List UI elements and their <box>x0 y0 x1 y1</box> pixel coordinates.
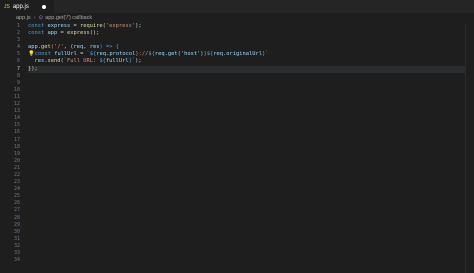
line-number: 28 <box>13 214 20 221</box>
line-number: 10 <box>13 86 20 93</box>
token-string: ('/' <box>50 44 64 51</box>
token-variable: express <box>44 23 74 29</box>
line-number: 18 <box>13 143 20 150</box>
line-number: 31 <box>13 235 20 242</box>
token-string: 'express' <box>105 23 136 29</box>
code-line-3[interactable] <box>28 37 468 44</box>
token-keyword: const <box>28 23 45 29</box>
token-function: require <box>76 23 103 29</box>
token-keyword: const <box>28 30 45 37</box>
token-parameter: req <box>73 44 84 51</box>
code-line-6[interactable]: res.send(`Full URL: ${fullUrl}`); <box>28 58 468 65</box>
tab-label: app.js <box>12 3 29 10</box>
line-number: 2 <box>16 30 20 37</box>
javascript-file-icon: JS <box>4 3 10 10</box>
vertical-scrollbar[interactable] <box>465 23 474 273</box>
line-number: 17 <box>13 136 20 143</box>
breadcrumb: app.js › ⊙ app.get('/') callback <box>0 13 474 23</box>
token-template: :// <box>138 51 149 58</box>
line-number: 5 <box>16 51 20 58</box>
line-number: 12 <box>13 101 20 108</box>
token-variable: app <box>28 44 38 51</box>
token-variable: req.get('host') <box>154 51 204 58</box>
breadcrumb-file[interactable]: app.js <box>16 15 31 21</box>
line-number: 34 <box>13 257 20 264</box>
token-keyword: const <box>34 51 51 58</box>
line-number: 16 <box>13 129 20 136</box>
line-number: 23 <box>13 179 20 186</box>
line-number: 3 <box>16 37 20 44</box>
token-punctuation: ); <box>135 23 142 29</box>
line-number: 7 <box>16 65 20 72</box>
token-function: express <box>63 30 90 37</box>
line-number: 21 <box>13 164 20 171</box>
token-variable: res <box>34 58 45 65</box>
line-number: 29 <box>13 221 20 228</box>
code-line-5[interactable]: 💡const fullUrl = `${req.protocol}://${re… <box>28 51 468 58</box>
token-variable: fullUrl <box>50 51 81 58</box>
line-number: 22 <box>13 171 20 178</box>
line-number: 20 <box>13 157 20 164</box>
line-number: 13 <box>13 108 20 115</box>
tab-bar: JS app.js <box>0 0 474 13</box>
line-number: 19 <box>13 150 20 157</box>
token-variable: req.protocol <box>96 51 136 58</box>
line-number: 30 <box>13 228 20 235</box>
token-function: .get <box>37 44 51 51</box>
line-number: 11 <box>13 93 20 100</box>
line-number: 25 <box>13 193 20 200</box>
token-variable: req.originalUrl <box>213 51 262 58</box>
line-number: 15 <box>13 122 20 129</box>
line-number: 8 <box>16 72 20 79</box>
token-punctuation: (); <box>89 30 100 37</box>
token-punctuation: }); <box>28 65 38 72</box>
chevron-right-icon: › <box>33 15 36 21</box>
token-function: .send <box>44 58 61 65</box>
token-punctuation: , ( <box>63 44 74 51</box>
token-parameter: res <box>89 44 100 51</box>
unsaved-dot-icon[interactable] <box>42 4 46 9</box>
line-number: 27 <box>13 207 20 214</box>
token-variable: fullUrl <box>105 58 129 65</box>
tab-app-js[interactable]: JS app.js <box>0 0 54 13</box>
token-arrow: ) => { <box>99 44 119 51</box>
line-number: 6 <box>16 58 20 65</box>
token-punctuation: ); <box>135 58 142 65</box>
line-number: 14 <box>13 115 20 122</box>
token-template: `Full URL: <box>63 58 100 65</box>
line-number: 33 <box>13 250 20 256</box>
line-number: 24 <box>13 186 20 193</box>
code-line-2[interactable]: const app = express(); <box>28 30 468 37</box>
line-number: 1 <box>16 23 20 29</box>
line-number-gutter: 1 2 3 4 5 6 7 8 9 10 11 12 13 14 15 16 17 18 19 20 21 22 23 24 2… <box>0 23 22 264</box>
code-editor[interactable]: 1 2 3 4 5 6 7 8 9 10 11 12 13 14 15 16 17 18 19 20 21 22 23 24 2… <box>0 23 474 273</box>
line-number: 32 <box>13 242 20 249</box>
function-symbol-icon: ⊙ <box>38 15 44 21</box>
code-area[interactable]: const express = require('express'); cons… <box>28 23 468 73</box>
line-number: 4 <box>16 44 20 51</box>
lightbulb-icon[interactable]: 💡 <box>28 51 35 57</box>
line-number: 26 <box>13 200 20 207</box>
code-line-1[interactable]: const express = require('express'); <box>28 23 468 30</box>
token-variable: app <box>44 30 61 37</box>
code-line-7[interactable]: }); <box>28 65 468 73</box>
token-template: ` <box>265 51 269 58</box>
line-number: 9 <box>16 79 20 86</box>
breadcrumb-symbol[interactable]: app.get('/') callback <box>45 15 92 21</box>
